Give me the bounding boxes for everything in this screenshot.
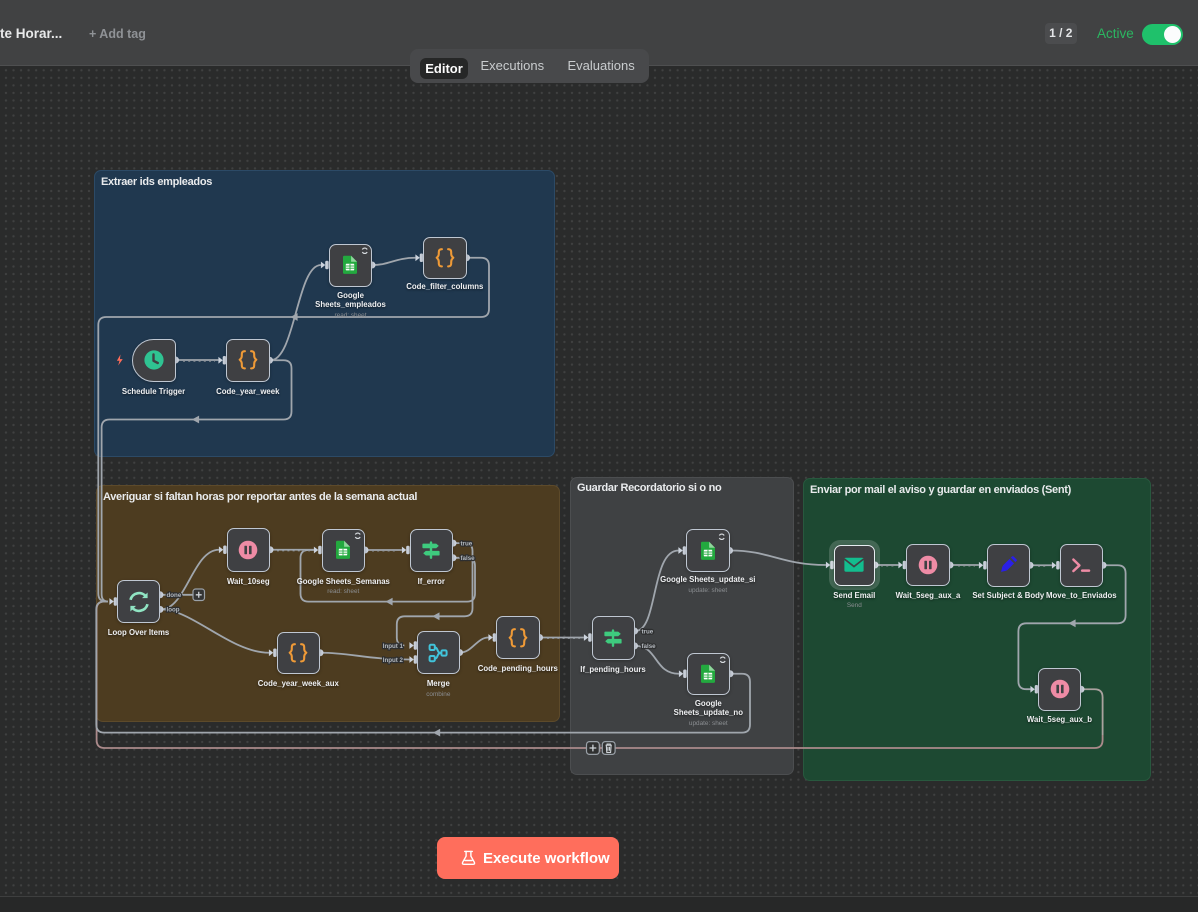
svg-text:done: done <box>167 592 182 599</box>
svg-text:false: false <box>461 555 476 562</box>
svg-text:Input 1: Input 1 <box>383 643 404 650</box>
svg-text:false: false <box>642 643 657 650</box>
svg-text:true: true <box>642 628 654 635</box>
svg-text:loop: loop <box>167 607 180 614</box>
svg-text:Input 2: Input 2 <box>383 657 404 664</box>
svg-text:true: true <box>461 540 473 547</box>
